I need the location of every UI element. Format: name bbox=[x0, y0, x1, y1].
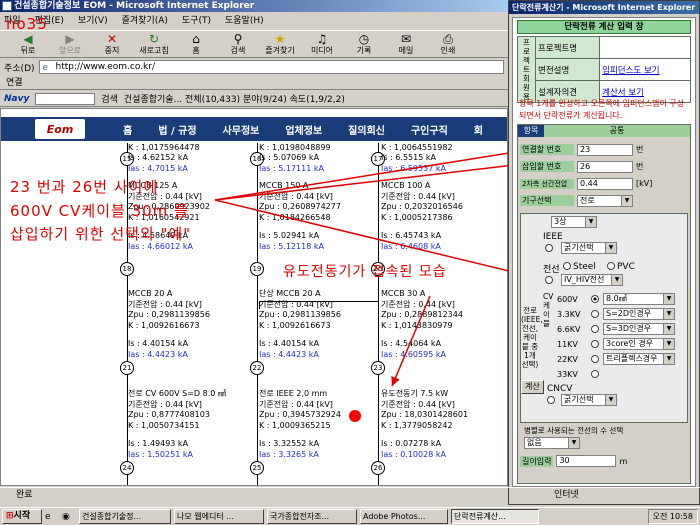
phase-select[interactable]: 3상 bbox=[551, 216, 597, 228]
taskbar: ⊞시작 e ◉ 건설종합기술정... 나모 웹에디터 ... 국가종합전자조..… bbox=[0, 507, 700, 525]
cv-size-select[interactable]: S=2D인경우 bbox=[603, 308, 675, 320]
task-item[interactable]: Adobe Photos... bbox=[360, 509, 448, 524]
ieee-radio[interactable] bbox=[545, 244, 553, 252]
length-input[interactable]: 30 bbox=[556, 455, 617, 467]
clock: 오전 10:58 bbox=[647, 509, 698, 524]
pvc-label: PVC bbox=[617, 262, 635, 272]
device-label: 기구선택 bbox=[520, 195, 574, 206]
cncv-size-select[interactable]: 굵기선택 bbox=[561, 394, 617, 406]
quicklaunch-icon[interactable]: e bbox=[45, 512, 59, 522]
insert-number-label: 삽입할 번호 bbox=[520, 161, 574, 172]
pvc-radio[interactable] bbox=[607, 262, 615, 270]
secondary-voltage-label: 2차측 선간전압 bbox=[520, 178, 574, 189]
cv-voltage-radio[interactable] bbox=[591, 325, 599, 333]
wire-type-select[interactable]: IV_HIV전선 bbox=[561, 274, 623, 286]
windows-icon: ⊞ bbox=[6, 511, 14, 521]
status-text: 완료 bbox=[16, 490, 33, 500]
wire-label: 전선 bbox=[543, 265, 560, 275]
instruction-note: 항목 1개를 완성하고 오른쪽에 임피던스맵이 구성되면서 단락전류가 계산됩니… bbox=[519, 99, 685, 120]
cncv-label: CNCV bbox=[547, 384, 573, 394]
cv-voltage-radio[interactable] bbox=[591, 355, 599, 363]
calculator-heading: 단락전류 계산 입력 창 bbox=[517, 20, 691, 34]
line-options: 3상 전로 (IEEE, 전선, 케이블 중 1개 선택) IEEE 굵기선택 … bbox=[520, 213, 688, 423]
cv-row: 33KV bbox=[557, 367, 601, 381]
cv-size-select[interactable]: S=3D인경우 bbox=[603, 323, 675, 335]
secondary-voltage-input[interactable]: 0.44 bbox=[577, 177, 633, 190]
calculator-titlebar: 단락전류계산기 - Microsoft Internet Explorer bbox=[509, 1, 699, 14]
insert-number-input[interactable]: 26 bbox=[577, 160, 633, 173]
conn-number-input[interactable]: 23 bbox=[577, 143, 633, 156]
cv-voltage-label: 3.3KV bbox=[557, 309, 581, 319]
calculator-body: 단락전류 계산 입력 창 프로젝트회원용 프로젝트명 변전설명 임피던스도 보기… bbox=[512, 17, 696, 487]
task-item[interactable]: 건설종합기술정... bbox=[79, 509, 171, 524]
status-zone: 인터넷 bbox=[554, 490, 579, 500]
cv-row: 11KV 3core인 경우 bbox=[557, 337, 675, 351]
cv-row: 600V 8.0㎟ bbox=[557, 292, 675, 306]
cv-voltage-radio[interactable] bbox=[591, 310, 599, 318]
parallel-label: 병렬로 사용되는 전선의 수 선택 bbox=[524, 426, 624, 435]
cv-voltage-radio[interactable] bbox=[591, 340, 599, 348]
impedance-map-link[interactable]: 임피던스도 보기 bbox=[599, 58, 691, 81]
cv-voltage-label: 33KV bbox=[557, 369, 578, 379]
tab-item[interactable]: 항목 bbox=[518, 125, 544, 137]
cv-voltage-label: 22KV bbox=[557, 354, 578, 364]
substation-label: 변전설명 bbox=[534, 58, 601, 81]
device-select[interactable]: 전로 bbox=[577, 194, 633, 207]
length-label: 길이입력 bbox=[520, 455, 554, 467]
insert-number-unit: 번 bbox=[636, 162, 644, 171]
wire-radio[interactable] bbox=[545, 276, 553, 284]
common-fields: 연결할 번호 23 번 삽입할 번호 26 번 2차측 선간전압 0.44 [k… bbox=[520, 141, 688, 209]
conn-number-unit: 번 bbox=[636, 145, 644, 154]
ieee-size-select[interactable]: 굵기선택 bbox=[561, 242, 617, 254]
length-row: 길이입력 30 m bbox=[520, 455, 627, 467]
form-tabs: 항목 공통 bbox=[518, 125, 690, 137]
steel-label: Steel bbox=[573, 262, 596, 272]
cv-voltage-label: 6.6KV bbox=[557, 324, 581, 334]
cv-voltage-label: 11KV bbox=[557, 339, 578, 349]
input-form: 항목 공통 연결할 번호 23 번 삽입할 번호 26 번 2차측 선간전압 0… bbox=[517, 124, 691, 484]
member-side-label: 프로젝트회원용 bbox=[517, 36, 536, 103]
ieee-label: IEEE bbox=[543, 232, 563, 242]
cv-size-select[interactable]: 3core인 경우 bbox=[603, 338, 675, 350]
project-name-value[interactable] bbox=[599, 36, 691, 59]
cv-cable-label: CV 케이블 bbox=[543, 292, 554, 328]
quicklaunch-icon-2[interactable]: ◉ bbox=[62, 512, 76, 522]
steel-radio[interactable] bbox=[563, 262, 571, 270]
cv-size-select[interactable]: 트리플렉스경우 bbox=[603, 353, 675, 365]
calculator-window: 단락전류계산기 - Microsoft Internet Explorer 단락… bbox=[508, 0, 700, 505]
cv-voltage-radio[interactable] bbox=[591, 295, 599, 303]
start-button[interactable]: ⊞시작 bbox=[2, 509, 42, 524]
cv-size-select[interactable]: 8.0㎟ bbox=[603, 293, 675, 305]
secondary-voltage-unit: [kV] bbox=[636, 179, 653, 188]
cv-voltage-radio[interactable] bbox=[591, 370, 599, 378]
project-name-label: 프로젝트명 bbox=[534, 36, 601, 59]
length-unit: m bbox=[619, 456, 628, 466]
task-item[interactable]: 국가종합전자조... bbox=[267, 509, 357, 524]
calculate-button[interactable]: 계산 bbox=[521, 380, 544, 394]
conn-number-label: 연결할 번호 bbox=[520, 144, 574, 155]
cv-row: 6.6KV S=3D인경우 bbox=[557, 322, 675, 336]
tab-common[interactable]: 공통 bbox=[544, 125, 690, 137]
status-bar: 완료 인터넷 bbox=[0, 487, 700, 501]
cncv-radio[interactable] bbox=[547, 396, 555, 404]
cv-row: 3.3KV S=2D인경우 bbox=[557, 307, 675, 321]
project-table: 프로젝트회원용 프로젝트명 변전설명 임피던스도 보기 설계자의견 계산서 보기 bbox=[517, 36, 691, 103]
task-item-active[interactable]: 단락전류계산... bbox=[451, 509, 539, 524]
parallel-select[interactable]: 없음 bbox=[524, 437, 580, 449]
task-item[interactable]: 나모 웹에디터 ... bbox=[174, 509, 264, 524]
cv-row: 22KV 트리플렉스경우 bbox=[557, 352, 675, 366]
cv-voltage-label: 600V bbox=[557, 294, 578, 304]
